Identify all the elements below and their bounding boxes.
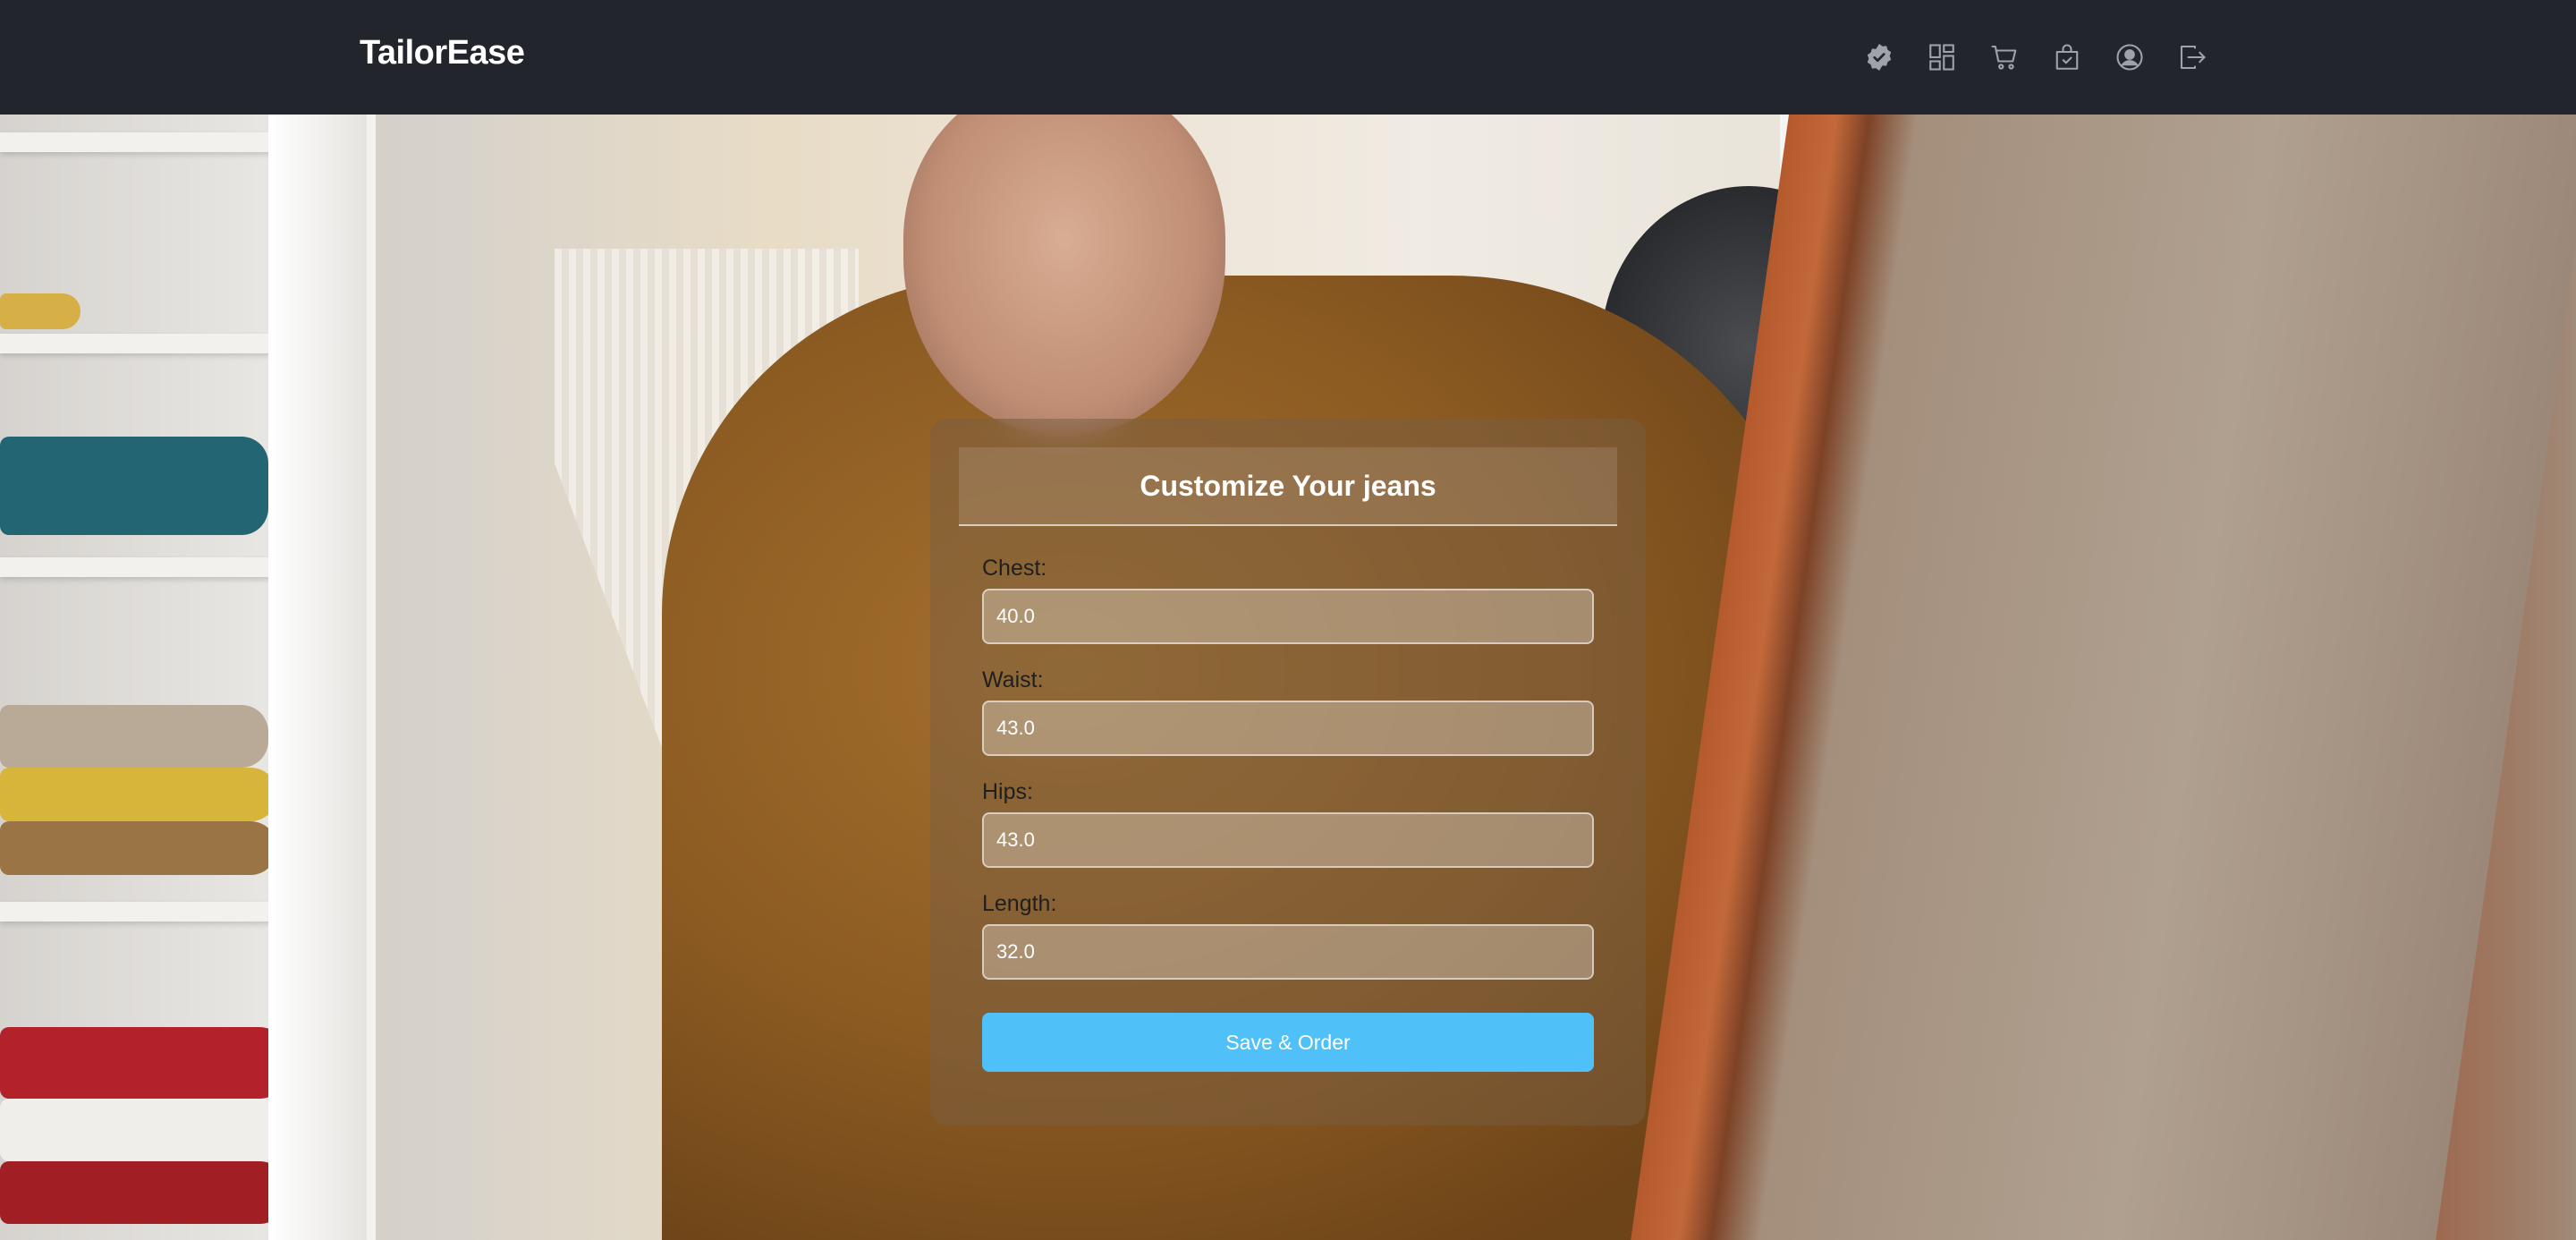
waist-label: Waist: xyxy=(982,667,1044,692)
hips-field: Hips: xyxy=(982,778,1594,868)
shopping-bag-check-icon[interactable] xyxy=(2036,38,2098,77)
cart-icon[interactable] xyxy=(1973,38,2036,77)
brand-logo[interactable]: TailorEase xyxy=(360,34,525,72)
save-and-order-button[interactable]: Save & Order xyxy=(982,1013,1594,1072)
customize-form-card: Customize Your jeans Chest: Waist: Hips:… xyxy=(930,419,1646,1125)
chest-input[interactable] xyxy=(982,589,1594,644)
user-circle-icon[interactable] xyxy=(2098,38,2161,77)
waist-field: Waist: xyxy=(982,667,1594,756)
form-title: Customize Your jeans xyxy=(1140,469,1436,502)
length-input[interactable] xyxy=(982,924,1594,980)
shelf-post xyxy=(268,115,367,1240)
hips-label: Hips: xyxy=(982,779,1033,804)
hips-input[interactable] xyxy=(982,812,1594,868)
page: TailorEase Customize Your jeans Chest: 4… xyxy=(0,0,2576,1240)
chest-field: Chest: xyxy=(982,555,1594,644)
length-label: Length: xyxy=(982,891,1057,916)
verified-badge-icon[interactable] xyxy=(1848,38,1911,77)
chest-label: Chest: xyxy=(982,556,1047,581)
nav-icons xyxy=(1848,38,2224,77)
dashboard-grid-icon[interactable] xyxy=(1911,38,1973,77)
length-field: Length: xyxy=(982,890,1594,980)
mirror xyxy=(1625,115,2576,1240)
waist-input[interactable] xyxy=(982,701,1594,756)
card-header: Customize Your jeans xyxy=(959,447,1617,526)
navbar: TailorEase xyxy=(0,0,2576,115)
logout-icon[interactable] xyxy=(2161,38,2224,77)
